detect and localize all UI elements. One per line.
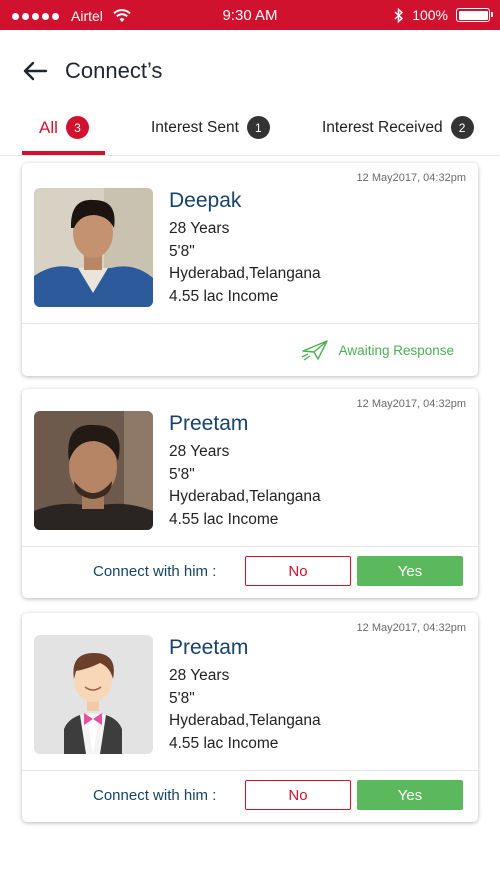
- tab-interest-sent[interactable]: Interest Sent 1: [151, 116, 270, 139]
- card-divider: [22, 770, 478, 771]
- profile-age: 28 Years: [169, 667, 230, 684]
- card-date: 12 May2017, 04:32pm: [356, 172, 466, 184]
- battery-percent: 100%: [412, 7, 448, 23]
- profile-info: Deepak 28 Years 5'8" Hyderabad,Telangana…: [169, 188, 321, 308]
- profile-name[interactable]: Preetam: [169, 411, 321, 437]
- page-title: Connect’s: [65, 58, 163, 83]
- card-date: 12 May2017, 04:32pm: [356, 398, 466, 410]
- back-arrow-icon[interactable]: [22, 60, 48, 82]
- yes-button[interactable]: Yes: [357, 780, 463, 810]
- tab-count-badge: 2: [450, 116, 474, 139]
- profile-height: 5'8": [169, 242, 195, 260]
- no-button[interactable]: No: [245, 556, 351, 586]
- profile-income: 4.55 lac Income: [169, 510, 279, 528]
- profile-height: 5'8": [169, 465, 195, 483]
- profile-info: Preetam 28 Years 5'8" Hyderabad,Telangan…: [169, 411, 321, 531]
- profile-location: Hyderabad,Telangana: [169, 712, 321, 729]
- no-button[interactable]: No: [245, 780, 351, 810]
- app-header: Connect’s: [0, 30, 500, 110]
- tab-label: Interest Received: [322, 118, 443, 136]
- profile-income: 4.55 lac Income: [169, 287, 279, 305]
- tab-all[interactable]: All 3: [39, 116, 89, 139]
- profile-photo: [34, 188, 153, 307]
- tab-label: All: [39, 117, 58, 137]
- profile-location: Hyderabad,Telangana: [169, 488, 321, 505]
- tab-interest-received[interactable]: Interest Received 2: [322, 116, 474, 139]
- profile-height: 5'8": [169, 689, 195, 707]
- connect-prompt: Connect with him :: [93, 563, 217, 580]
- tab-bar: All 3 Interest Sent 1 Interest Received …: [0, 110, 500, 156]
- tab-count-badge: 1: [246, 116, 270, 139]
- awaiting-status: Awaiting Response: [301, 339, 454, 361]
- connect-card[interactable]: 12 May2017, 04:32pm Deepak 28 Years 5'8"…: [22, 163, 478, 376]
- profile-location: Hyderabad,Telangana: [169, 265, 321, 282]
- connect-prompt: Connect with him :: [93, 787, 217, 804]
- connect-card[interactable]: 12 May2017, 04:32pm Preetam 28 Years 5'8…: [22, 613, 478, 822]
- profile-age: 28 Years: [169, 443, 230, 460]
- card-divider: [22, 546, 478, 547]
- profile-info: Preetam 28 Years 5'8" Hyderabad,Telangan…: [169, 635, 321, 755]
- profile-avatar-placeholder: [34, 635, 153, 754]
- profile-income: 4.55 lac Income: [169, 734, 279, 752]
- profile-age: 28 Years: [169, 220, 230, 237]
- profile-name[interactable]: Deepak: [169, 188, 321, 214]
- male-avatar-icon: [34, 635, 153, 754]
- awaiting-status-label: Awaiting Response: [338, 342, 454, 358]
- active-tab-indicator: [22, 151, 105, 155]
- connect-card[interactable]: 12 May2017, 04:32pm Preetam 28 Years 5'8…: [22, 389, 478, 598]
- status-bar: Airtel 9:30 AM 100%: [0, 0, 500, 30]
- card-divider: [22, 323, 478, 324]
- card-date: 12 May2017, 04:32pm: [356, 622, 466, 634]
- profile-photo-image: [34, 411, 153, 530]
- profile-name[interactable]: Preetam: [169, 635, 321, 661]
- profile-photo-image: [34, 188, 153, 307]
- battery-icon: [456, 8, 493, 22]
- paper-plane-icon: [301, 340, 328, 361]
- tab-count-badge: 3: [65, 116, 89, 139]
- yes-button[interactable]: Yes: [357, 556, 463, 586]
- tab-label: Interest Sent: [151, 118, 239, 136]
- profile-photo: [34, 411, 153, 530]
- bluetooth-icon: [394, 7, 404, 23]
- status-right: 100%: [394, 7, 493, 23]
